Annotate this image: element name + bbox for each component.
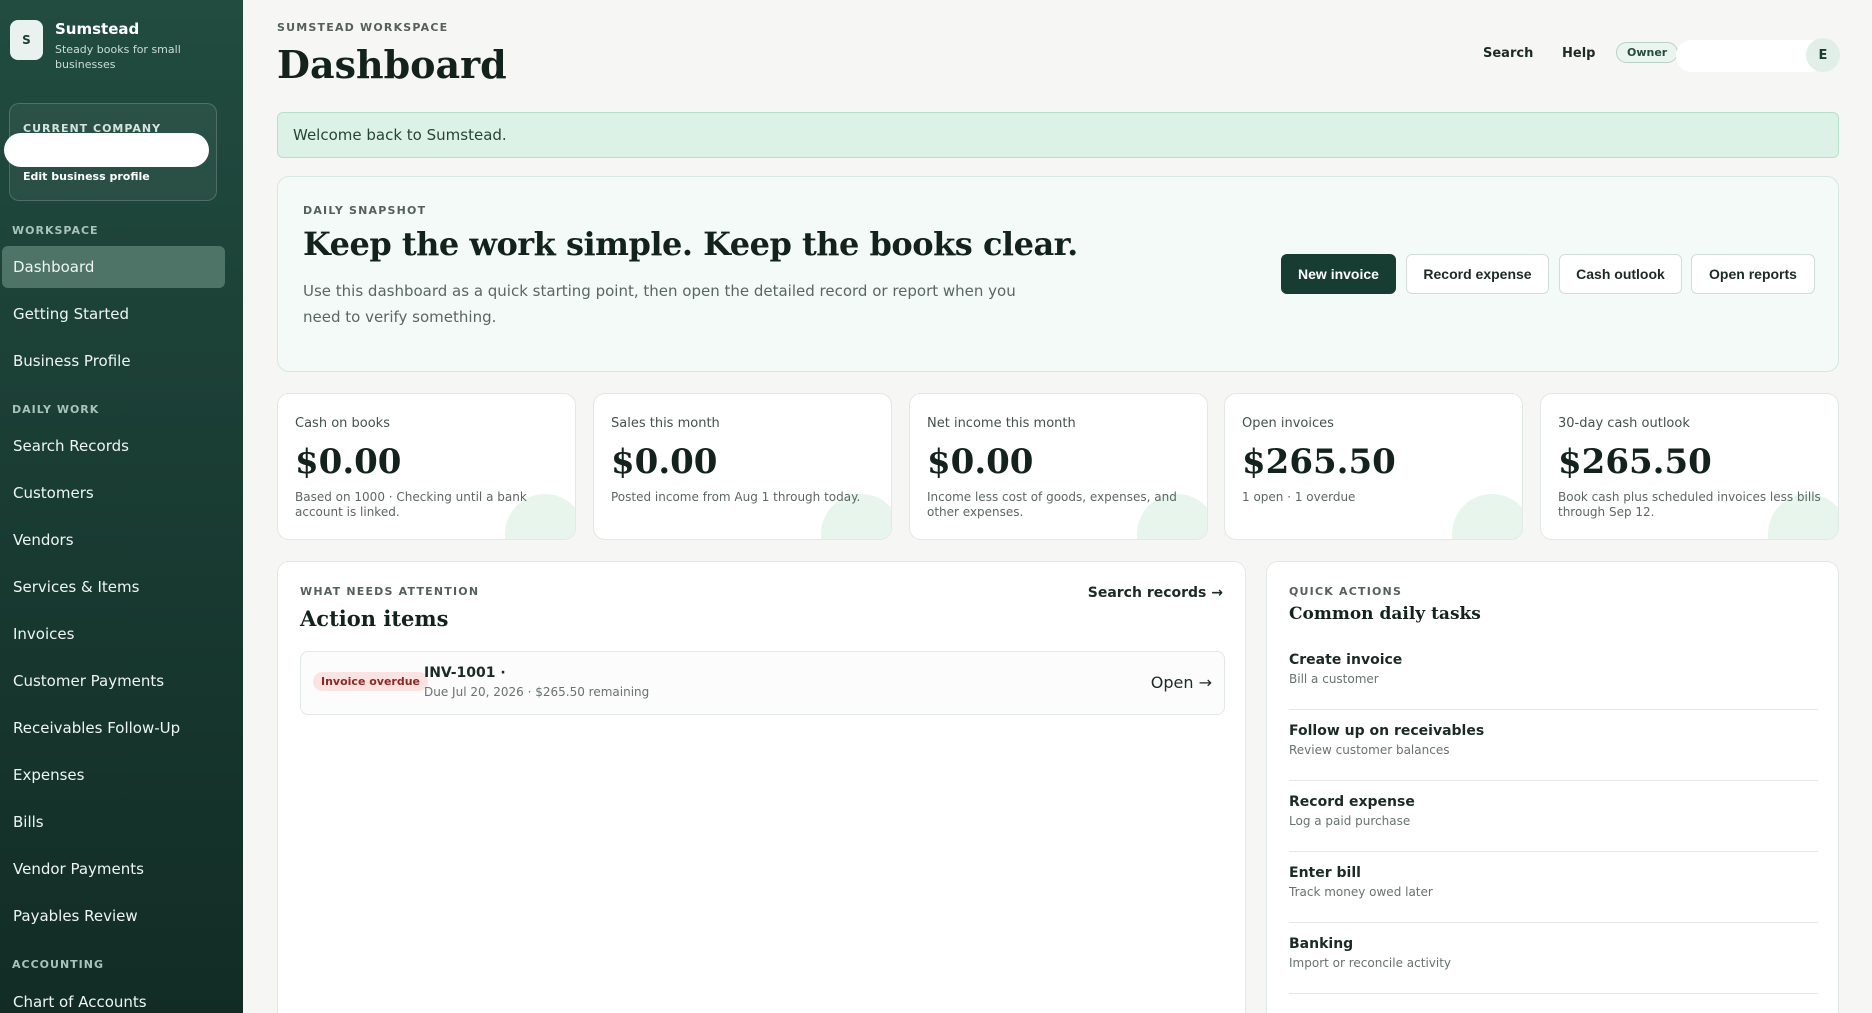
sidebar-item-chart-of-accounts[interactable]: Chart of Accounts (2, 981, 225, 1013)
avatar[interactable]: E (1806, 38, 1840, 72)
attention-eyebrow: WHAT NEEDS ATTENTION (300, 585, 480, 598)
quick-action-subtitle: Review customer balances (1289, 743, 1450, 757)
kpi-label: Net income this month (927, 416, 1076, 431)
brand[interactable]: S Sumstead Steady books for small busine… (10, 20, 195, 72)
workspace-label: SUMSTEAD WORKSPACE (277, 21, 449, 34)
quick-action-subtitle: Bill a customer (1289, 672, 1379, 686)
search-link[interactable]: Search (1483, 46, 1533, 61)
sidebar-section-daily-work: DAILY WORK (12, 403, 100, 416)
new-invoice-button[interactable]: New invoice (1281, 254, 1396, 294)
quick-action-title: Follow up on receivables (1289, 723, 1485, 739)
action-items-title: Action items (300, 606, 449, 631)
sidebar-item-invoices[interactable]: Invoices (2, 613, 225, 655)
kpi-value: $0.00 (611, 442, 718, 482)
kpi-note: 1 open · 1 overdue (1242, 490, 1356, 504)
sidebar-item-customer-payments[interactable]: Customer Payments (2, 660, 225, 702)
action-items-panel: WHAT NEEDS ATTENTION Action items Search… (277, 561, 1246, 1013)
snapshot-title: Keep the work simple. Keep the books cle… (303, 225, 1078, 263)
sidebar: S Sumstead Steady books for small busine… (0, 0, 243, 1013)
kpi-value: $0.00 (927, 442, 1034, 482)
help-link[interactable]: Help (1562, 46, 1595, 61)
sidebar-item-vendors[interactable]: Vendors (2, 519, 225, 561)
kpi-card-open-invoices[interactable]: Open invoices $265.50 1 open · 1 overdue (1224, 393, 1523, 540)
kpi-value: $265.50 (1558, 442, 1712, 482)
kpi-label: Cash on books (295, 416, 390, 431)
sidebar-section-workspace: WORKSPACE (12, 224, 99, 237)
sidebar-item-vendor-payments[interactable]: Vendor Payments (2, 848, 225, 890)
quick-action-record-expense[interactable]: Record expense Log a paid purchase (1289, 781, 1818, 852)
brand-logo: S (10, 20, 43, 60)
kpi-card-net-income[interactable]: Net income this month $0.00 Income less … (909, 393, 1208, 540)
sidebar-item-search-records[interactable]: Search Records (2, 425, 225, 467)
quick-action-title: Enter bill (1289, 865, 1361, 881)
kpi-card-sales-this-month[interactable]: Sales this month $0.00 Posted income fro… (593, 393, 892, 540)
quick-action-title: Create invoice (1289, 652, 1403, 668)
edit-business-profile-link[interactable]: Edit business profile (23, 170, 150, 183)
quick-action-enter-bill[interactable]: Enter bill Track money owed later (1289, 852, 1818, 923)
kpi-label: 30-day cash outlook (1558, 416, 1690, 431)
current-company-card: CURRENT COMPANY Edit business profile (4, 103, 217, 201)
quick-action-banking[interactable]: Banking Import or reconcile activity (1289, 923, 1818, 994)
kpi-card-cash-on-books[interactable]: Cash on books $0.00 Based on 1000 · Chec… (277, 393, 576, 540)
kpi-value: $0.00 (295, 442, 402, 482)
sidebar-item-getting-started[interactable]: Getting Started (2, 293, 225, 335)
welcome-banner: Welcome back to Sumstead. (277, 112, 1839, 158)
sidebar-item-payables-review[interactable]: Payables Review (2, 895, 225, 937)
quick-action-follow-up-receivables[interactable]: Follow up on receivables Review customer… (1289, 710, 1818, 781)
open-reports-button[interactable]: Open reports (1691, 254, 1815, 294)
search-records-link[interactable]: Search records → (1088, 585, 1223, 601)
page-title: Dashboard (277, 42, 507, 87)
company-name-redacted (4, 133, 209, 167)
quick-actions-panel: QUICK ACTIONS Common daily tasks Create … (1266, 561, 1839, 1013)
sidebar-item-customers[interactable]: Customers (2, 472, 225, 514)
sidebar-item-dashboard[interactable]: Dashboard (2, 246, 225, 288)
quick-action-subtitle: Track money owed later (1289, 885, 1433, 899)
snapshot-eyebrow: DAILY SNAPSHOT (303, 204, 427, 217)
daily-snapshot-card: DAILY SNAPSHOT Keep the work simple. Kee… (277, 176, 1839, 372)
quick-action-subtitle: Log a paid purchase (1289, 814, 1411, 828)
sidebar-item-bills[interactable]: Bills (2, 801, 225, 843)
kpi-label: Open invoices (1242, 416, 1334, 431)
action-item-title: INV-1001 · (424, 665, 506, 681)
action-item-subtitle: Due Jul 20, 2026 · $265.50 remaining (424, 685, 650, 699)
brand-tagline: Steady books for small businesses (55, 43, 181, 71)
status-badge: Invoice overdue (313, 672, 429, 691)
kpi-note: Income less cost of goods, expenses, and… (927, 490, 1177, 519)
record-expense-button[interactable]: Record expense (1406, 254, 1549, 294)
sidebar-item-services-items[interactable]: Services & Items (2, 566, 225, 608)
user-name-redacted (1676, 40, 1826, 72)
action-item-row[interactable]: Invoice overdue INV-1001 · Due Jul 20, 2… (300, 651, 1225, 715)
sidebar-item-business-profile[interactable]: Business Profile (2, 340, 225, 382)
sidebar-item-expenses[interactable]: Expenses (2, 754, 225, 796)
role-badge: Owner (1616, 42, 1679, 63)
kpi-card-cash-outlook[interactable]: 30-day cash outlook $265.50 Book cash pl… (1540, 393, 1839, 540)
sidebar-item-receivables-follow-up[interactable]: Receivables Follow-Up (2, 707, 225, 749)
quick-actions-title: Common daily tasks (1289, 604, 1481, 624)
kpi-value: $265.50 (1242, 442, 1396, 482)
quick-actions-eyebrow: QUICK ACTIONS (1289, 585, 1403, 598)
snapshot-description: Use this dashboard as a quick starting p… (303, 282, 1016, 326)
kpi-label: Sales this month (611, 416, 720, 431)
quick-action-create-invoice[interactable]: Create invoice Bill a customer (1289, 639, 1818, 710)
quick-action-subtitle: Import or reconcile activity (1289, 956, 1452, 970)
kpi-note: Based on 1000 · Checking until a bank ac… (295, 490, 527, 519)
cash-outlook-button[interactable]: Cash outlook (1559, 254, 1682, 294)
quick-action-title: Record expense (1289, 794, 1415, 810)
sidebar-section-accounting: ACCOUNTING (12, 958, 104, 971)
open-link[interactable]: Open → (1151, 673, 1212, 692)
brand-name: Sumstead (55, 20, 140, 38)
kpi-note: Posted income from Aug 1 through today. (611, 490, 861, 504)
kpi-note: Book cash plus scheduled invoices less b… (1558, 490, 1821, 519)
quick-action-title: Banking (1289, 936, 1354, 952)
